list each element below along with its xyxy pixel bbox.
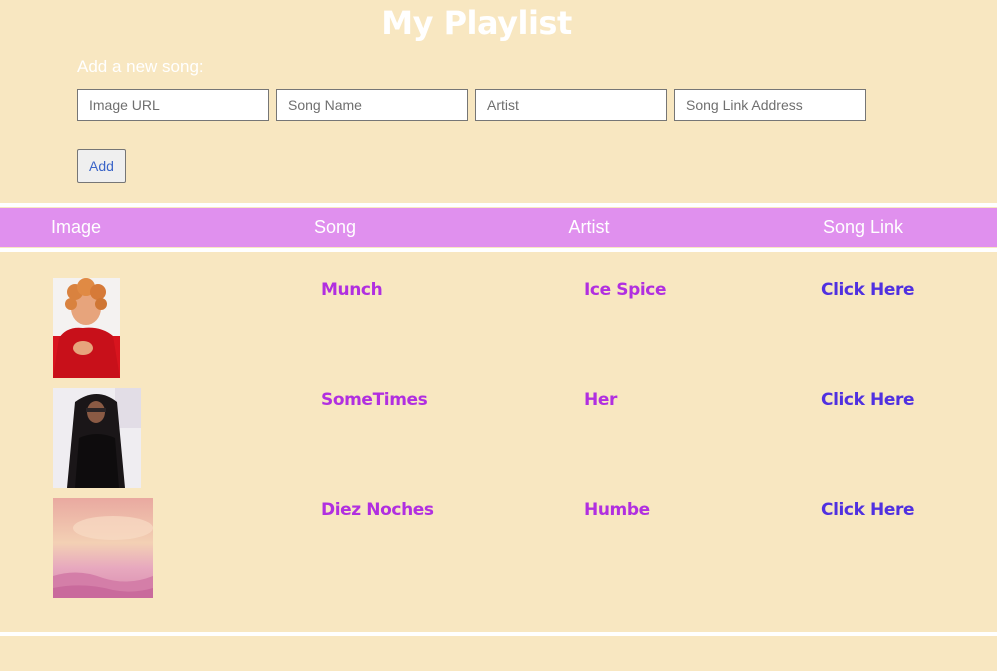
divider-header xyxy=(0,248,997,252)
image-url-input[interactable] xyxy=(77,89,269,121)
song-name: Munch xyxy=(321,280,383,300)
song-link-input[interactable] xyxy=(674,89,866,121)
album-cover-image xyxy=(53,498,153,598)
column-header-artist: Artist xyxy=(568,217,610,237)
column-header-song-link: Song Link xyxy=(822,217,904,237)
song-name-input[interactable] xyxy=(276,89,468,121)
album-cover-image xyxy=(53,388,141,488)
artist-name: Humbe xyxy=(584,500,650,520)
table-row: Munch Ice Spice Click Here xyxy=(0,278,997,388)
song-name: Diez Noches xyxy=(321,500,434,520)
column-header-image: Image xyxy=(50,217,102,237)
column-header-song: Song xyxy=(313,217,357,237)
song-name: SomeTimes xyxy=(321,390,428,410)
artist-name: Ice Spice xyxy=(584,280,667,300)
song-link[interactable]: Click Here xyxy=(821,500,915,520)
table-row: SomeTimes Her Click Here xyxy=(0,388,997,498)
page-title: My Playlist xyxy=(381,4,572,42)
artist-name: Her xyxy=(584,390,617,410)
divider-top xyxy=(0,203,997,207)
song-link[interactable]: Click Here xyxy=(821,390,915,410)
table-header: Image Song Artist Song Link xyxy=(0,208,997,247)
artist-input[interactable] xyxy=(475,89,667,121)
table-row: Diez Noches Humbe Click Here xyxy=(0,498,997,608)
song-link[interactable]: Click Here xyxy=(821,280,915,300)
add-song-label: Add a new song: xyxy=(77,57,204,76)
album-cover-image xyxy=(53,278,120,378)
add-button[interactable]: Add xyxy=(77,149,126,183)
divider-bottom xyxy=(0,632,997,636)
